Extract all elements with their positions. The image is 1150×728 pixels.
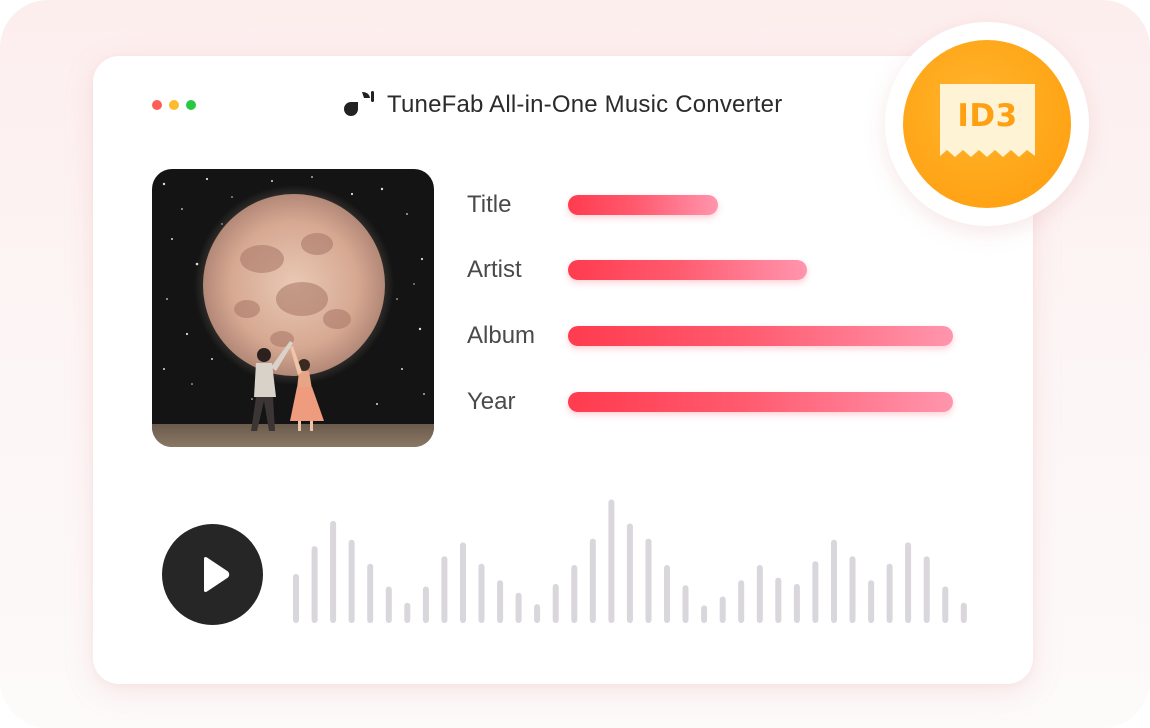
metadata-value-bar bbox=[568, 392, 953, 412]
waveform-bar bbox=[905, 542, 912, 623]
play-icon bbox=[204, 557, 230, 592]
waveform-bar bbox=[886, 563, 893, 623]
id3-badge-label: ID3 bbox=[957, 98, 1018, 134]
waveform-bar bbox=[960, 602, 967, 623]
tunefab-logo-icon bbox=[344, 91, 374, 116]
waveform-bar bbox=[812, 561, 819, 623]
app-title: TuneFab All-in-One Music Converter bbox=[387, 91, 783, 118]
id3-badge-circle: ID3 bbox=[903, 40, 1071, 208]
waveform-bar bbox=[608, 499, 615, 623]
waveform-bar bbox=[515, 592, 522, 623]
waveform-bar bbox=[534, 604, 541, 623]
waveform-bar bbox=[293, 573, 299, 623]
waveform-bar bbox=[849, 556, 856, 623]
waveform-bar bbox=[719, 596, 726, 623]
waveform-bar bbox=[923, 556, 930, 623]
metadata-label: Title bbox=[467, 191, 512, 218]
metadata-value-bar bbox=[568, 260, 807, 280]
waveform-bar bbox=[311, 546, 318, 623]
waveform-bar bbox=[831, 539, 837, 623]
waveform-bar bbox=[460, 542, 466, 623]
waveform-bar bbox=[348, 539, 355, 623]
waveform-bar bbox=[682, 585, 689, 623]
waveform-bar bbox=[497, 580, 504, 623]
metadata-label: Artist bbox=[467, 256, 522, 283]
title-bar: TuneFab All-in-One Music Converter bbox=[343, 88, 782, 122]
waveform-bar bbox=[775, 577, 782, 623]
waveform-bar bbox=[756, 565, 763, 623]
waveform-bar bbox=[942, 586, 949, 623]
waveform-bar bbox=[626, 523, 633, 623]
waveform-bar bbox=[552, 583, 559, 623]
album-cover-image bbox=[152, 169, 434, 447]
id3-badge: ID3 bbox=[885, 22, 1089, 226]
waveform-bar bbox=[701, 605, 708, 623]
waveform-bar bbox=[441, 556, 448, 623]
waveform-bar bbox=[664, 565, 670, 623]
album-cover-moon-icon bbox=[152, 169, 434, 447]
waveform-bar bbox=[404, 602, 411, 623]
waveform-bar bbox=[868, 580, 875, 623]
metadata-value-bar bbox=[568, 195, 718, 215]
waveform-bar bbox=[367, 563, 374, 623]
waveform-bar bbox=[478, 563, 485, 623]
waveform-bar bbox=[571, 565, 578, 623]
waveform-bar bbox=[422, 586, 429, 623]
window-controls bbox=[152, 100, 196, 110]
waveform-bar bbox=[330, 520, 337, 623]
minimize-dot[interactable] bbox=[169, 100, 179, 110]
maximize-dot[interactable] bbox=[186, 100, 196, 110]
stage-background: TuneFab All-in-One Music Converter Title… bbox=[0, 0, 1150, 728]
close-dot[interactable] bbox=[152, 100, 162, 110]
waveform-bar bbox=[645, 538, 652, 623]
waveform-bar bbox=[738, 580, 745, 623]
waveform-bar bbox=[589, 538, 596, 623]
waveform-bar bbox=[793, 583, 800, 623]
metadata-label: Album bbox=[467, 322, 536, 349]
waveform-bar bbox=[385, 586, 392, 623]
metadata-label: Year bbox=[467, 388, 516, 415]
metadata-value-bar bbox=[568, 326, 953, 346]
play-button[interactable] bbox=[162, 524, 263, 625]
